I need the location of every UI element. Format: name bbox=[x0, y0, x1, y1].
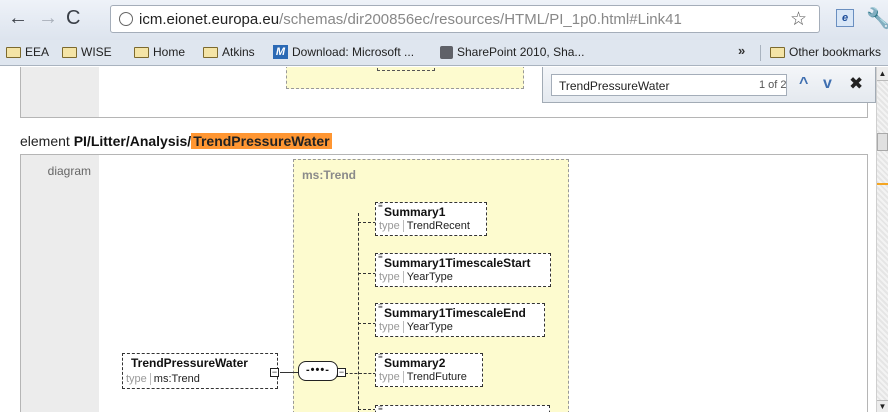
find-previous-icon[interactable]: ^ bbox=[799, 75, 808, 93]
scroll-up-icon[interactable]: ▲ bbox=[877, 67, 888, 81]
bookmarks-divider bbox=[760, 45, 761, 61]
bookmark-home[interactable]: Home bbox=[134, 45, 185, 59]
connector-line bbox=[358, 273, 376, 274]
bookmarks-bar: EEA WISE Home Atkins M Download: Microso… bbox=[0, 40, 888, 66]
connector-line bbox=[345, 373, 376, 374]
previous-diagram-group bbox=[286, 67, 524, 89]
sequence-compositor[interactable]: -•••- bbox=[298, 361, 338, 381]
element-type: type TrendFuture bbox=[376, 371, 482, 386]
search-highlight: TrendPressureWater bbox=[191, 133, 332, 149]
wrench-icon[interactable]: 🔧 bbox=[866, 6, 888, 31]
folder-icon bbox=[203, 46, 218, 58]
star-icon[interactable]: ☆ bbox=[790, 8, 807, 31]
globe-icon bbox=[119, 12, 133, 26]
folder-icon bbox=[62, 46, 77, 58]
element-next-partial[interactable]: ≡ bbox=[375, 405, 550, 412]
bookmark-sharepoint[interactable]: SharePoint 2010, Sha... bbox=[440, 45, 584, 59]
list-lines-icon: ≡ bbox=[378, 404, 383, 412]
bookmark-atkins[interactable]: Atkins bbox=[203, 45, 255, 59]
find-bar: TrendPressureWater 1 of 2 ^ v ✖ bbox=[542, 67, 876, 103]
sharepoint-icon bbox=[440, 45, 453, 59]
connector-line bbox=[358, 323, 376, 324]
element-root-trend-pressure-water[interactable]: TrendPressureWater type ms:Trend bbox=[122, 353, 278, 389]
element-summary1[interactable]: ≡ Summary1 type TrendRecent bbox=[375, 202, 487, 236]
list-lines-icon: ≡ bbox=[378, 252, 383, 261]
connector-line bbox=[280, 372, 298, 373]
connector-line bbox=[358, 222, 376, 223]
list-lines-icon: ≡ bbox=[378, 352, 383, 361]
bookmark-other[interactable]: Other bookmarks bbox=[770, 45, 881, 59]
element-summary1-timescale-start[interactable]: ≡ Summary1TimescaleStart type YearType bbox=[375, 253, 551, 287]
find-result-marker bbox=[877, 183, 888, 185]
bookmark-eea[interactable]: EEA bbox=[6, 45, 49, 59]
scroll-down-icon[interactable]: ▼ bbox=[877, 400, 888, 412]
group-label: ms:Trend bbox=[302, 168, 357, 182]
element-type: type TrendRecent bbox=[376, 220, 486, 235]
bookmark-wise[interactable]: WISE bbox=[62, 45, 112, 59]
folder-icon bbox=[770, 46, 785, 58]
previous-diagram-element bbox=[377, 67, 435, 71]
browser-toolbar: ← → C icm.eionet.europa.eu/schemas/dir20… bbox=[0, 0, 888, 40]
collapse-icon[interactable]: − bbox=[337, 368, 346, 377]
close-icon[interactable]: ✖ bbox=[849, 74, 863, 94]
extension-icon[interactable]: e bbox=[836, 9, 854, 27]
bookmark-download-microsoft[interactable]: M Download: Microsoft ... bbox=[273, 45, 414, 59]
element-type: type YearType bbox=[376, 271, 550, 286]
vertical-scrollbar[interactable]: ▲ ▼ bbox=[876, 67, 888, 412]
back-icon[interactable]: ← bbox=[8, 8, 28, 28]
element-type: type ms:Trend bbox=[123, 373, 277, 388]
previous-table-label-cell bbox=[21, 67, 99, 117]
find-query: TrendPressureWater bbox=[559, 79, 670, 93]
reload-icon[interactable]: C bbox=[66, 8, 80, 28]
find-match-count: 1 of 2 bbox=[759, 79, 787, 91]
scroll-thumb[interactable] bbox=[877, 133, 888, 151]
bookmarks-overflow-chevron[interactable]: » bbox=[738, 43, 745, 58]
choice-connector bbox=[358, 213, 359, 412]
list-lines-icon: ≡ bbox=[378, 201, 383, 210]
page-content: TrendPressureWater 1 of 2 ^ v ✖ element … bbox=[0, 67, 876, 412]
element-heading: element PI/Litter/Analysis/TrendPressure… bbox=[20, 133, 332, 149]
diagram-row-label: diagram bbox=[47, 164, 91, 178]
element-summary1-timescale-end[interactable]: ≡ Summary1TimescaleEnd type YearType bbox=[375, 303, 545, 337]
find-next-icon[interactable]: v bbox=[823, 75, 832, 93]
forward-icon[interactable]: → bbox=[38, 8, 58, 28]
diagram-label-cell: diagram bbox=[21, 155, 99, 412]
url-text: icm.eionet.europa.eu/schemas/dir200856ec… bbox=[139, 11, 682, 28]
connector-line bbox=[358, 409, 376, 410]
element-summary2[interactable]: ≡ Summary2 type TrendFuture bbox=[375, 353, 483, 387]
collapse-icon[interactable]: − bbox=[270, 368, 279, 377]
folder-icon bbox=[134, 46, 149, 58]
element-type: type YearType bbox=[376, 321, 544, 336]
list-lines-icon: ≡ bbox=[378, 302, 383, 311]
sequence-icon: -•••- bbox=[306, 364, 330, 376]
folder-icon bbox=[6, 46, 21, 58]
address-bar[interactable]: icm.eionet.europa.eu/schemas/dir200856ec… bbox=[110, 5, 820, 33]
microsoft-logo-icon: M bbox=[273, 45, 288, 59]
